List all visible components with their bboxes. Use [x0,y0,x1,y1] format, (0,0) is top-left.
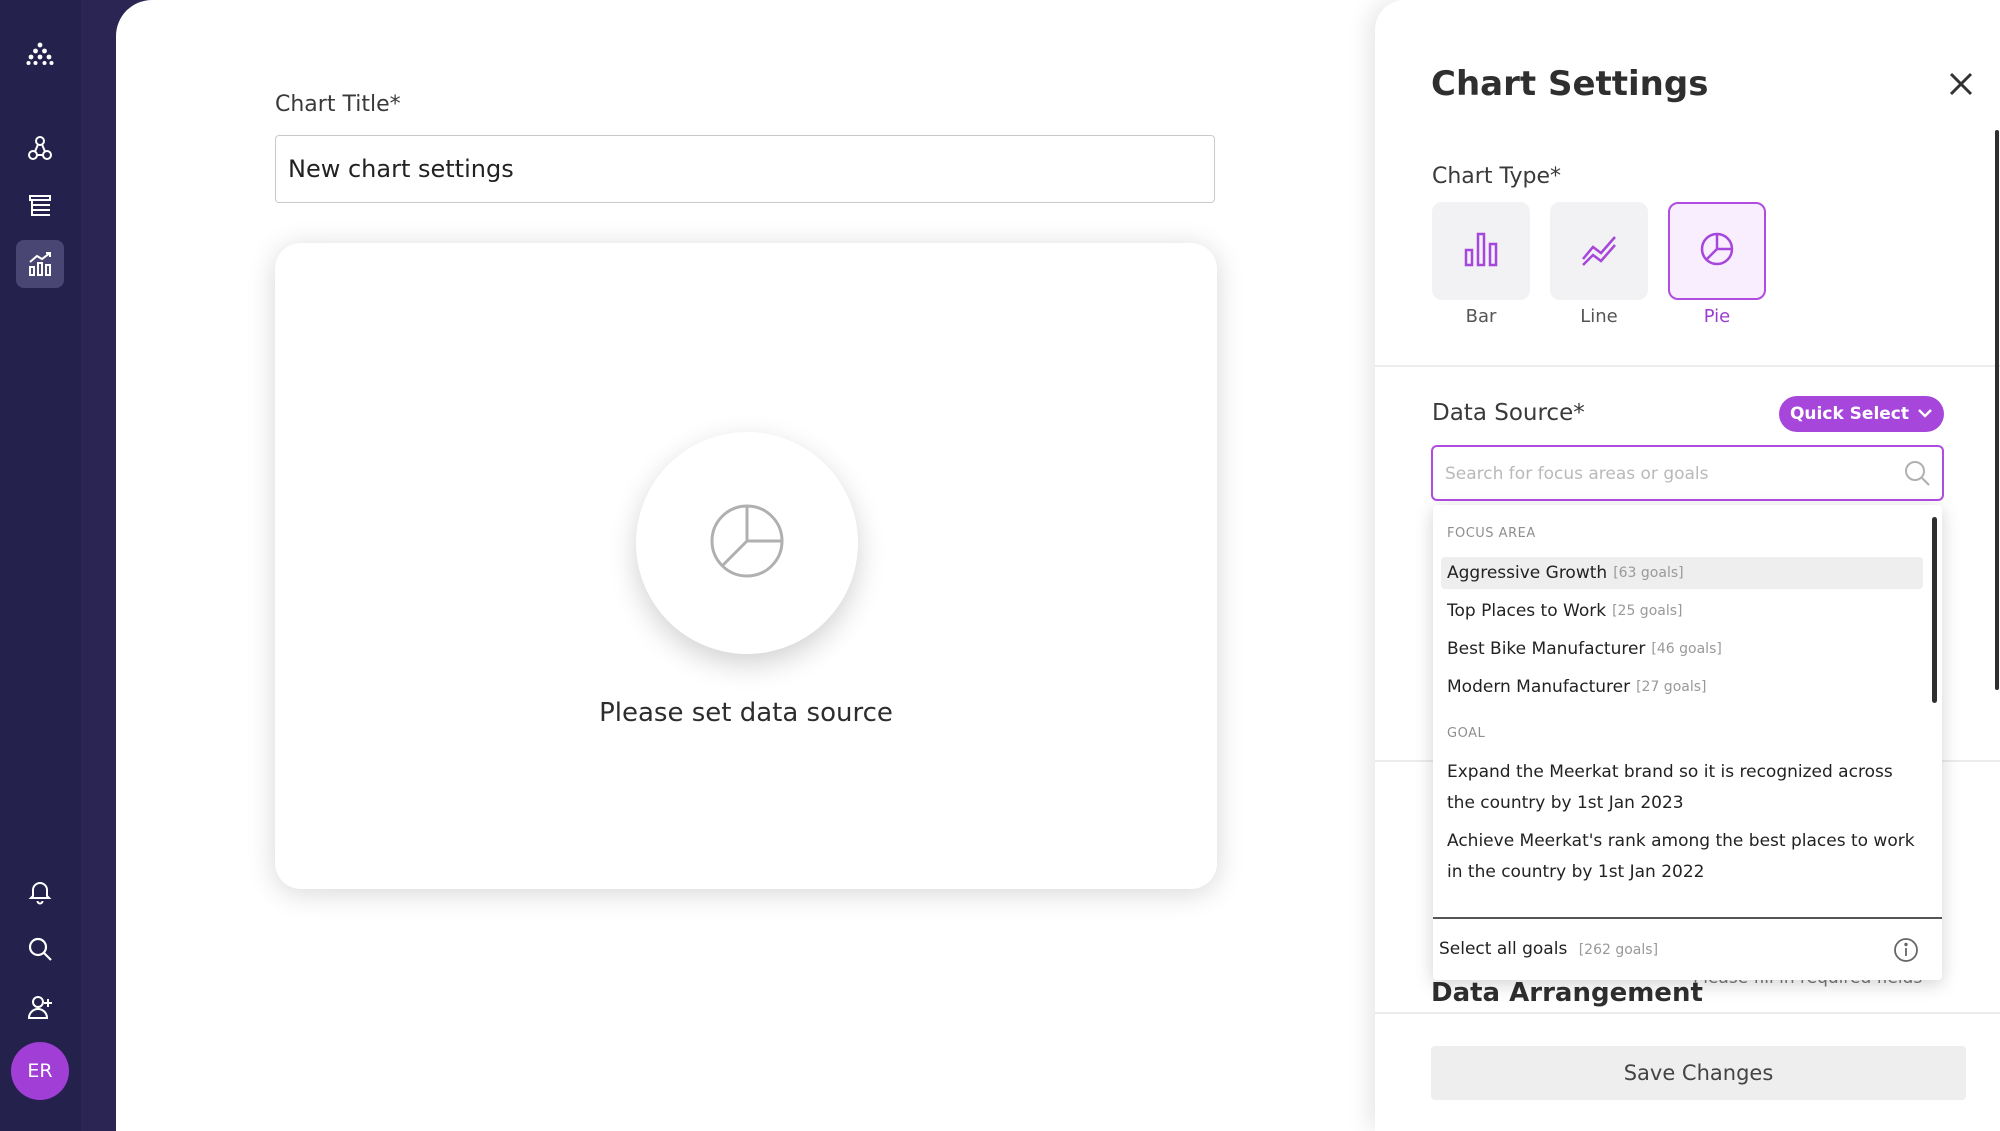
pie-chart-icon [1698,230,1736,272]
data-source-search[interactable] [1431,445,1944,501]
focus-area-option[interactable]: Best Bike Manufacturer [46 goals] [1441,633,1923,665]
chart-settings-drawer: Chart Settings Chart Type* Bar Line Pie … [1375,0,2000,1131]
save-changes-button[interactable]: Save Changes [1431,1046,1966,1100]
focus-area-option[interactable]: Aggressive Growth [63 goals] [1441,557,1923,589]
chart-type-line[interactable] [1550,202,1648,300]
app-root: ER Chart Title* Please set data source C… [0,0,2000,1131]
drawer-scrollbar[interactable] [1995,130,1999,690]
avatar[interactable]: ER [11,1042,69,1100]
chart-type-pie-label: Pie [1703,306,1731,327]
drawer-title: Chart Settings [1431,64,1709,104]
list-tree-icon[interactable] [16,182,64,230]
preview-placeholder [636,432,858,654]
dropdown-scrollbar[interactable] [1932,517,1937,703]
focus-area-header: FOCUS AREA [1447,526,1536,541]
analytics-icon[interactable] [16,240,64,288]
goal-option[interactable]: Expand the Meerkat brand so it is recogn… [1447,757,1917,819]
add-user-icon[interactable] [16,983,64,1031]
pie-chart-icon [709,503,785,583]
goal-option[interactable]: Achieve Meerkat's rank among the best pl… [1447,826,1917,888]
chart-title-label: Chart Title* [275,92,401,117]
select-all-goals-option[interactable]: Select all goals [262 goals] [1439,939,1658,959]
network-icon[interactable] [16,124,64,172]
select-all-footer: Select all goals [262 goals] [1433,917,1942,980]
chart-type-label: Chart Type* [1432,164,1561,189]
logo-icon[interactable] [16,30,64,78]
search-icon [1903,459,1931,491]
focus-area-option[interactable]: Top Places to Work [25 goals] [1441,595,1923,627]
chevron-down-icon [1917,404,1933,424]
data-source-label: Data Source* [1432,400,1585,426]
bar-chart-icon [1462,230,1500,272]
info-icon[interactable] [1893,937,1919,967]
chart-type-bar-label: Bar [1465,306,1497,327]
close-button[interactable] [1943,68,1979,104]
quick-select-label: Quick Select [1789,404,1910,424]
chart-title-input[interactable] [275,135,1215,203]
section-divider [1375,365,2000,367]
search-icon[interactable] [16,925,64,973]
line-chart-icon [1579,229,1619,273]
empty-state-message: Please set data source [599,698,893,728]
section-divider [1375,1012,2000,1014]
bell-icon[interactable] [16,867,64,915]
close-icon [1947,70,1975,102]
goal-header: GOAL [1447,726,1486,741]
data-arrangement-title: Data Arrangement [1431,978,1703,1008]
chart-type-line-label: Line [1580,306,1618,327]
data-source-dropdown: FOCUS AREA Aggressive Growth [63 goals] … [1433,505,1942,980]
focus-area-option[interactable]: Modern Manufacturer [27 goals] [1441,671,1923,703]
quick-select-button[interactable]: Quick Select [1779,396,1944,432]
chart-type-pie[interactable] [1668,202,1766,300]
chart-type-bar[interactable] [1432,202,1530,300]
data-source-search-input[interactable] [1445,459,1885,489]
chart-preview-card: Please set data source [275,243,1217,889]
left-rail: ER [0,0,81,1131]
